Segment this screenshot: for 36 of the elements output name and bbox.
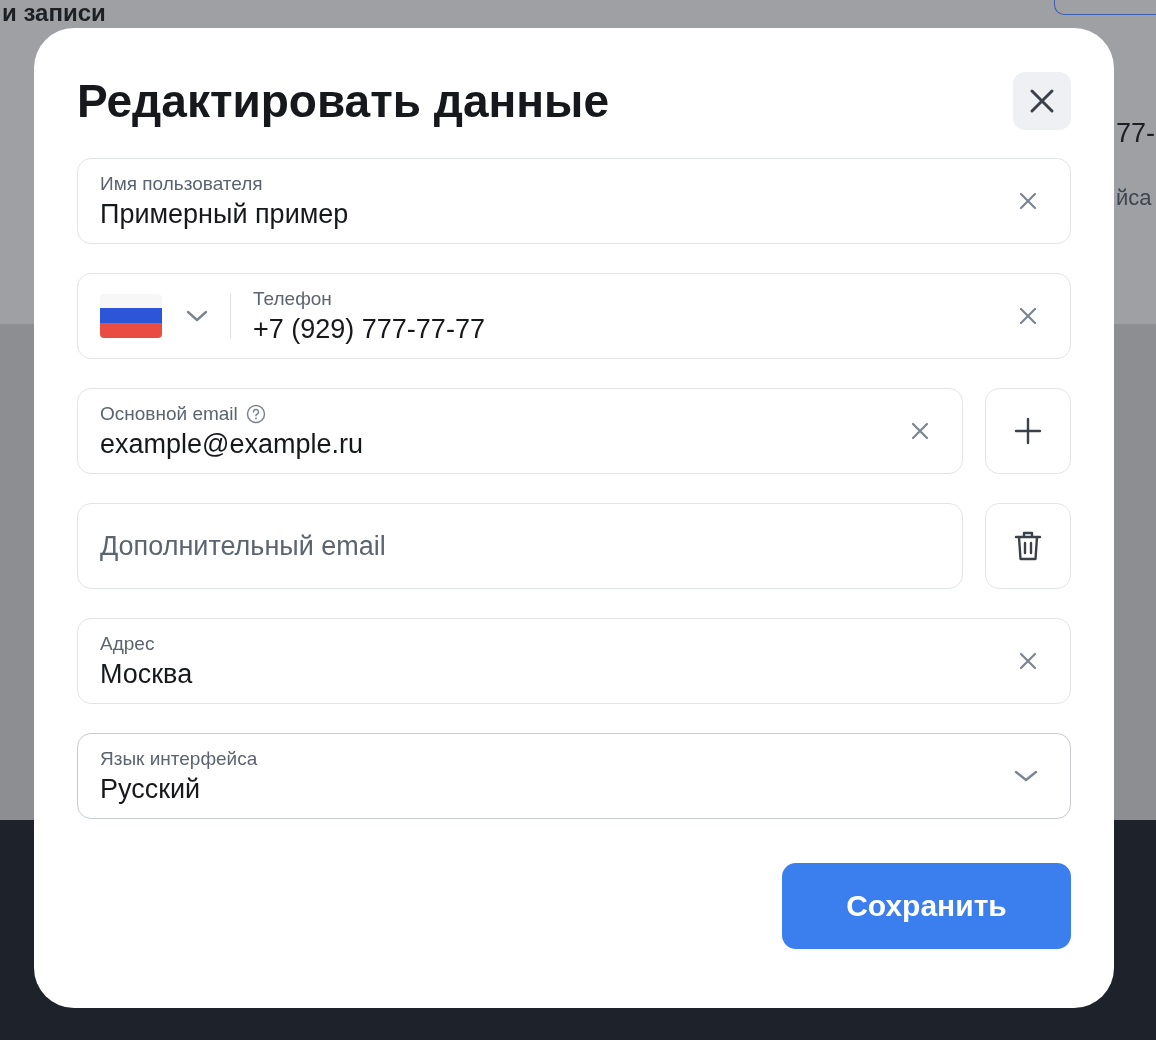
clear-icon[interactable] bbox=[1018, 651, 1038, 671]
chevron-icon bbox=[1014, 769, 1038, 783]
close-icon bbox=[1029, 88, 1055, 114]
field-label: Адрес bbox=[100, 632, 155, 655]
field-label: Основной email bbox=[100, 402, 238, 425]
input-field[interactable]: Имя пользователя Примерный пример bbox=[77, 158, 1071, 244]
flag-icon bbox=[100, 294, 162, 338]
page-heading: и записи bbox=[2, 1, 106, 25]
dialog-title: Редактировать данные bbox=[77, 74, 609, 128]
outline-button[interactable] bbox=[1054, 0, 1156, 15]
field-label: Имя пользователя bbox=[100, 172, 263, 195]
input-field[interactable]: Телефон +7 (929) 777-77-77 bbox=[77, 273, 1071, 359]
field-value: +7 (929) 777-77-77 bbox=[253, 313, 486, 345]
field-value: example@example.ru bbox=[100, 428, 365, 460]
clear-icon[interactable] bbox=[1018, 191, 1038, 211]
field-value: Москва bbox=[100, 658, 194, 690]
input-field[interactable]: Дополнительный email bbox=[77, 503, 963, 589]
input-field[interactable]: Адрес Москва bbox=[77, 618, 1071, 704]
clear-icon[interactable] bbox=[910, 421, 930, 441]
close-button[interactable] bbox=[1013, 72, 1071, 130]
input-field[interactable]: Основной email example@example.ru bbox=[77, 388, 963, 474]
save-button[interactable]: Сохранить bbox=[782, 863, 1071, 949]
page-text: йса bbox=[1116, 185, 1153, 211]
field-value: Примерный пример bbox=[100, 198, 350, 230]
clear-icon[interactable] bbox=[1018, 306, 1038, 326]
field-label: Язык интерфейса bbox=[100, 747, 258, 770]
field-placeholder: Дополнительный email bbox=[100, 530, 387, 562]
field-label: Телефон bbox=[253, 287, 332, 310]
language-select[interactable]: Язык интерфейса Русский bbox=[77, 733, 1071, 819]
field-value: Русский bbox=[100, 773, 202, 805]
chevron-icon[interactable] bbox=[186, 309, 208, 323]
help-icon[interactable] bbox=[245, 403, 266, 424]
page-text: 77- bbox=[1116, 118, 1156, 149]
plus-icon bbox=[1014, 417, 1042, 445]
trash-icon bbox=[1014, 530, 1042, 562]
delete-button[interactable] bbox=[985, 503, 1071, 589]
